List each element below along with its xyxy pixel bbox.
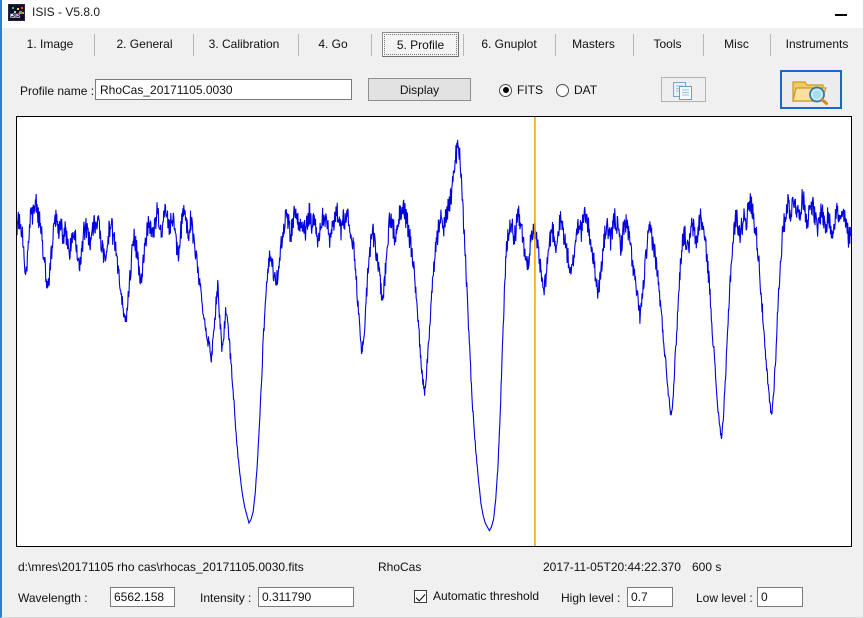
radio-fits-icon <box>499 84 512 97</box>
low-level-input[interactable] <box>757 587 803 607</box>
spectrum-canvas <box>17 117 851 546</box>
status-exposure: 600 s <box>692 560 721 574</box>
minimize-icon <box>835 14 847 16</box>
automatic-threshold-checkbox[interactable]: Automatic threshold <box>414 589 539 603</box>
format-radio-dat[interactable]: DAT <box>556 83 597 97</box>
profile-name-input[interactable] <box>95 79 352 100</box>
tab-label: Masters <box>572 37 615 51</box>
tab-separator <box>371 34 372 56</box>
display-button[interactable]: Display <box>368 78 471 101</box>
tab-4-go[interactable]: 4. Go <box>299 32 367 57</box>
tab-label: Tools <box>653 37 681 51</box>
spectrum-plot[interactable] <box>16 116 852 547</box>
automatic-threshold-label: Automatic threshold <box>433 589 539 603</box>
copy-pages-icon <box>673 82 697 100</box>
wavelength-label: Wavelength : <box>18 591 88 605</box>
radio-dat-icon <box>556 84 569 97</box>
format-radio-fits[interactable]: FITS <box>499 83 543 97</box>
tab-label: 1. Image <box>27 37 74 51</box>
tab-separator <box>94 34 95 56</box>
tab-bar: 1. Image 2. General 3. Calibration 4. Go 5. … <box>2 28 864 62</box>
format-radio-dat-label: DAT <box>574 83 597 97</box>
status-file-path: d:\mres\20171105 rho cas\rhocas_20171105… <box>18 560 304 574</box>
tab-separator <box>463 34 464 56</box>
folder-search-icon <box>792 77 830 105</box>
tab-label: 4. Go <box>318 37 347 51</box>
tab-label: 5. Profile <box>397 38 444 52</box>
browse-profile-button[interactable] <box>780 70 842 109</box>
tab-separator <box>770 34 771 56</box>
tab-label: 2. General <box>116 37 172 51</box>
tab-3-calibration[interactable]: 3. Calibration <box>194 32 294 57</box>
app-icon-label: ISIS <box>10 14 20 20</box>
tab-misc[interactable]: Misc <box>707 32 766 57</box>
tab-instruments[interactable]: Instruments <box>773 32 861 57</box>
tab-5-profile[interactable]: 5. Profile <box>382 32 459 57</box>
wavelength-value-input[interactable] <box>110 587 175 607</box>
plot-background <box>17 117 851 546</box>
tab-label: 3. Calibration <box>209 37 280 51</box>
checkbox-icon <box>414 590 427 603</box>
status-datetime: 2017-11-05T20:44:22.370 <box>543 560 681 574</box>
format-radio-fits-label: FITS <box>517 83 543 97</box>
minimize-button[interactable] <box>819 0 864 28</box>
tab-separator <box>703 34 704 56</box>
isis-application-window: ISIS ISIS - V5.8.0 1. Image 2. General 3. … <box>0 0 864 618</box>
window-title: ISIS - V5.8.0 <box>32 5 100 19</box>
tab-label: Instruments <box>786 37 849 51</box>
isis-app-icon: ISIS <box>8 4 25 21</box>
high-level-label: High level : <box>561 591 620 605</box>
tab-separator <box>633 34 634 56</box>
intensity-value-input[interactable] <box>258 587 354 607</box>
profile-name-label: Profile name : <box>20 84 94 98</box>
low-level-label: Low level : <box>696 591 753 605</box>
intensity-label: Intensity : <box>200 591 251 605</box>
tab-masters[interactable]: Masters <box>558 32 629 57</box>
high-level-input[interactable] <box>627 587 673 607</box>
tab-6-gnuplot[interactable]: 6. Gnuplot <box>467 32 551 57</box>
tab-label: Misc <box>724 37 749 51</box>
title-bar: ISIS ISIS - V5.8.0 <box>2 0 864 29</box>
tab-tools[interactable]: Tools <box>636 32 699 57</box>
tab-1-image[interactable]: 1. Image <box>10 32 90 57</box>
tab-2-general[interactable]: 2. General <box>100 32 189 57</box>
tab-separator <box>555 34 556 56</box>
copy-button[interactable] <box>661 77 706 102</box>
tab-label: 6. Gnuplot <box>481 37 536 51</box>
status-object-name: RhoCas <box>378 560 421 574</box>
